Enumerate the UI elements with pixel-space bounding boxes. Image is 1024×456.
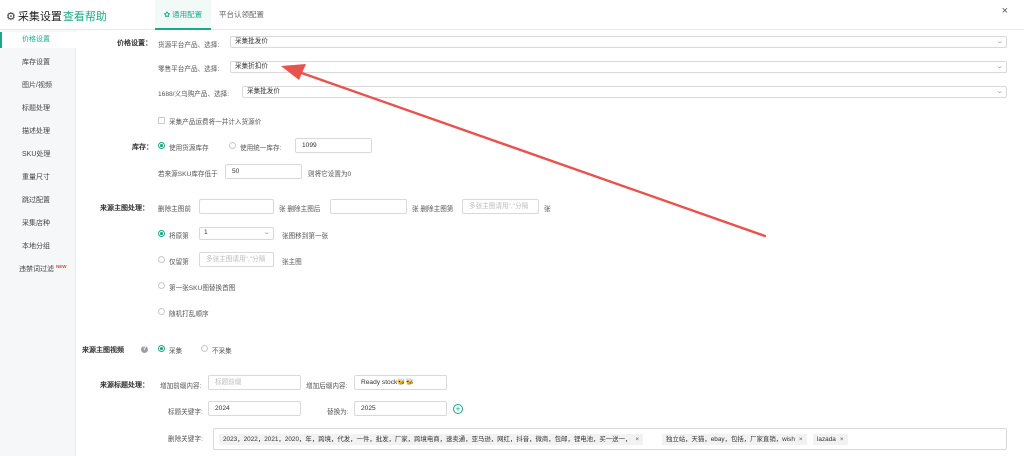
video-collect-radio[interactable]	[158, 345, 165, 352]
stock-source-radio[interactable]	[158, 142, 165, 149]
retail-platform-label: 零售平台产品、选择:	[158, 66, 220, 73]
plus-circle-icon[interactable]: +	[453, 404, 463, 414]
keyword-label: 标题关键字:	[168, 409, 203, 416]
1688-label: 1688/义乌购产品、选择:	[158, 91, 230, 98]
select-value: 采集折扣价	[235, 63, 268, 70]
video-skip-label: 不采集	[212, 348, 232, 355]
move-image-radio[interactable]	[158, 230, 165, 237]
main-image-label: 来源主图处理：	[100, 205, 149, 212]
keep-image-suffix: 张主图	[282, 259, 302, 266]
title-proc-label: 来源标题处理：	[100, 382, 149, 389]
question-icon[interactable]: ?	[141, 346, 148, 353]
sidebar-item-price[interactable]: 价格设置	[0, 32, 76, 48]
close-icon[interactable]: ×	[799, 436, 803, 443]
select-value: 1	[204, 229, 208, 236]
sidebar-item-store-type[interactable]: 采集店种	[0, 216, 76, 232]
settings-form: 价格设置： 货源平台产品、选择: 采集批发价 ⌄ 零售平台产品、选择: 采集折扣价…	[76, 30, 1024, 456]
stock-unified-radio[interactable]	[229, 142, 236, 149]
sidebar-item-banned-words[interactable]: 违禁词过滤 NEW	[0, 262, 76, 278]
select-value: 采集批发价	[235, 38, 268, 45]
sidebar-item-weight[interactable]: 重量尺寸	[0, 170, 76, 186]
page-title: 采集设置	[17, 11, 62, 23]
shipping-checkbox[interactable]	[158, 117, 165, 124]
sidebar-item-skip[interactable]: 跳过配置	[0, 193, 76, 209]
move-image-select[interactable]: 1 ⌄	[199, 227, 274, 240]
retail-platform-select[interactable]: 采集折扣价 ⌄	[230, 61, 1007, 73]
shuffle-radio[interactable]	[158, 308, 165, 315]
close-icon[interactable]: ×	[1002, 6, 1008, 17]
shuffle-label: 随机打乱顺序	[169, 311, 209, 318]
keep-image-radio[interactable]	[158, 256, 165, 263]
header-bar: ⚙ 采集设置 查看帮助 ✿ 通用配置 平台认领配置 ×	[0, 0, 1024, 30]
video-skip-radio[interactable]	[201, 345, 208, 352]
prefix-input[interactable]: 标题前缀	[208, 375, 301, 390]
delete-front-label: 删除主图前	[158, 206, 191, 213]
suffix-input[interactable]: Ready stock🐝🐝	[354, 375, 447, 390]
close-icon[interactable]: ×	[635, 436, 639, 443]
replace-label: 替换为:	[327, 409, 349, 416]
tab-platform-claim-config[interactable]: 平台认领配置	[219, 0, 264, 30]
sidebar-item-media[interactable]: 图片/视频	[0, 78, 76, 94]
chevron-down-icon: ⌄	[995, 88, 1004, 95]
sidebar-item-label: 违禁词过滤	[19, 266, 54, 273]
low-stock-input[interactable]: 50	[225, 164, 302, 179]
keep-image-input[interactable]: 多张主图请用","分隔	[199, 252, 274, 267]
help-link[interactable]: 查看帮助	[63, 8, 107, 24]
gear-icon: ⚙	[6, 10, 16, 23]
tab-general-config[interactable]: ✿ 通用配置	[155, 0, 211, 30]
move-image-label: 将原第	[169, 233, 189, 240]
delete-keywords-box[interactable]: 2023，2022，2021，2020，年，跨境，代发，一件，批发，厂家，跨境电…	[213, 428, 1007, 450]
price-label: 价格设置：	[117, 40, 152, 47]
source-platform-label: 货源平台产品、选择:	[158, 42, 220, 49]
delete-nth-label: 张 删除主图第	[412, 206, 454, 213]
video-label: 来源主图视频	[82, 347, 124, 354]
sidebar-item-title[interactable]: 标题处理	[0, 101, 76, 117]
keyword-input[interactable]: 2024	[208, 401, 301, 416]
sidebar-item-sku[interactable]: SKU处理	[0, 147, 76, 163]
delete-back-input[interactable]	[330, 199, 407, 214]
tag-text: lazada	[817, 436, 836, 443]
stock-source-label: 使用货源库存	[169, 145, 209, 152]
move-image-suffix: 张图移到第一张	[282, 233, 329, 240]
source-platform-select[interactable]: 采集批发价 ⌄	[230, 36, 1007, 48]
sku-first-label: 第一张SKU图替换首图	[169, 285, 236, 292]
delete-back-label: 张 删除主图后	[279, 206, 321, 213]
shipping-checkbox-label: 采集产品运费将一并计入货源价	[169, 119, 262, 126]
gear-icon: ✿	[163, 10, 171, 19]
chevron-down-icon: ⌄	[262, 229, 271, 236]
low-stock-prefix: 若来源SKU库存低于	[158, 171, 218, 178]
chevron-down-icon: ⌄	[995, 63, 1004, 70]
delete-front-input[interactable]	[199, 199, 274, 214]
1688-select[interactable]: 采集批发价 ⌄	[242, 86, 1007, 98]
low-stock-suffix: 则将它设置为0	[308, 171, 352, 178]
delete-nth-input[interactable]: 多张主图请用","分隔	[462, 199, 539, 214]
new-badge: NEW	[56, 264, 67, 269]
unified-stock-input[interactable]: 1099	[295, 138, 372, 153]
select-value: 采集批发价	[247, 88, 280, 95]
tag-text: 2023，2022，2021，2020，年，跨境，代发，一件，批发，厂家，跨境电…	[223, 436, 632, 443]
sidebar: 价格设置 库存设置 图片/视频 标题处理 描述处理 SKU处理 重量尺寸 跳过配…	[0, 30, 76, 456]
app-title: ⚙ 采集设置 查看帮助	[6, 8, 107, 24]
keyword-tag[interactable]: lazada ×	[813, 434, 848, 445]
sidebar-item-description[interactable]: 描述处理	[0, 124, 76, 140]
sku-first-radio[interactable]	[158, 282, 165, 289]
stock-label: 库存：	[132, 144, 153, 151]
stock-unified-label: 使用统一库存:	[240, 145, 282, 152]
chevron-down-icon: ⌄	[995, 38, 1004, 45]
delete-nth-unit: 张	[544, 206, 551, 213]
keyword-tag[interactable]: 2023，2022，2021，2020，年，跨境，代发，一件，批发，厂家，跨境电…	[219, 434, 644, 445]
video-collect-label: 采集	[169, 348, 183, 355]
tag-text: 独立站，天猫，ebay，包括，厂家直销，wish	[666, 436, 795, 443]
replace-input[interactable]: 2025	[354, 401, 447, 416]
suffix-label: 增加后缀内容:	[306, 383, 348, 390]
sidebar-item-stock[interactable]: 库存设置	[0, 55, 76, 71]
keep-image-label: 仅留第	[169, 259, 189, 266]
delete-keywords-label: 删除关键字:	[168, 436, 203, 443]
prefix-label: 增加前缀内容:	[160, 383, 202, 390]
tab-label: 通用配置	[172, 10, 203, 19]
close-icon[interactable]: ×	[840, 436, 844, 443]
sidebar-item-local-group[interactable]: 本地分组	[0, 239, 76, 255]
keyword-tag[interactable]: 独立站，天猫，ebay，包括，厂家直销，wish ×	[662, 434, 807, 445]
